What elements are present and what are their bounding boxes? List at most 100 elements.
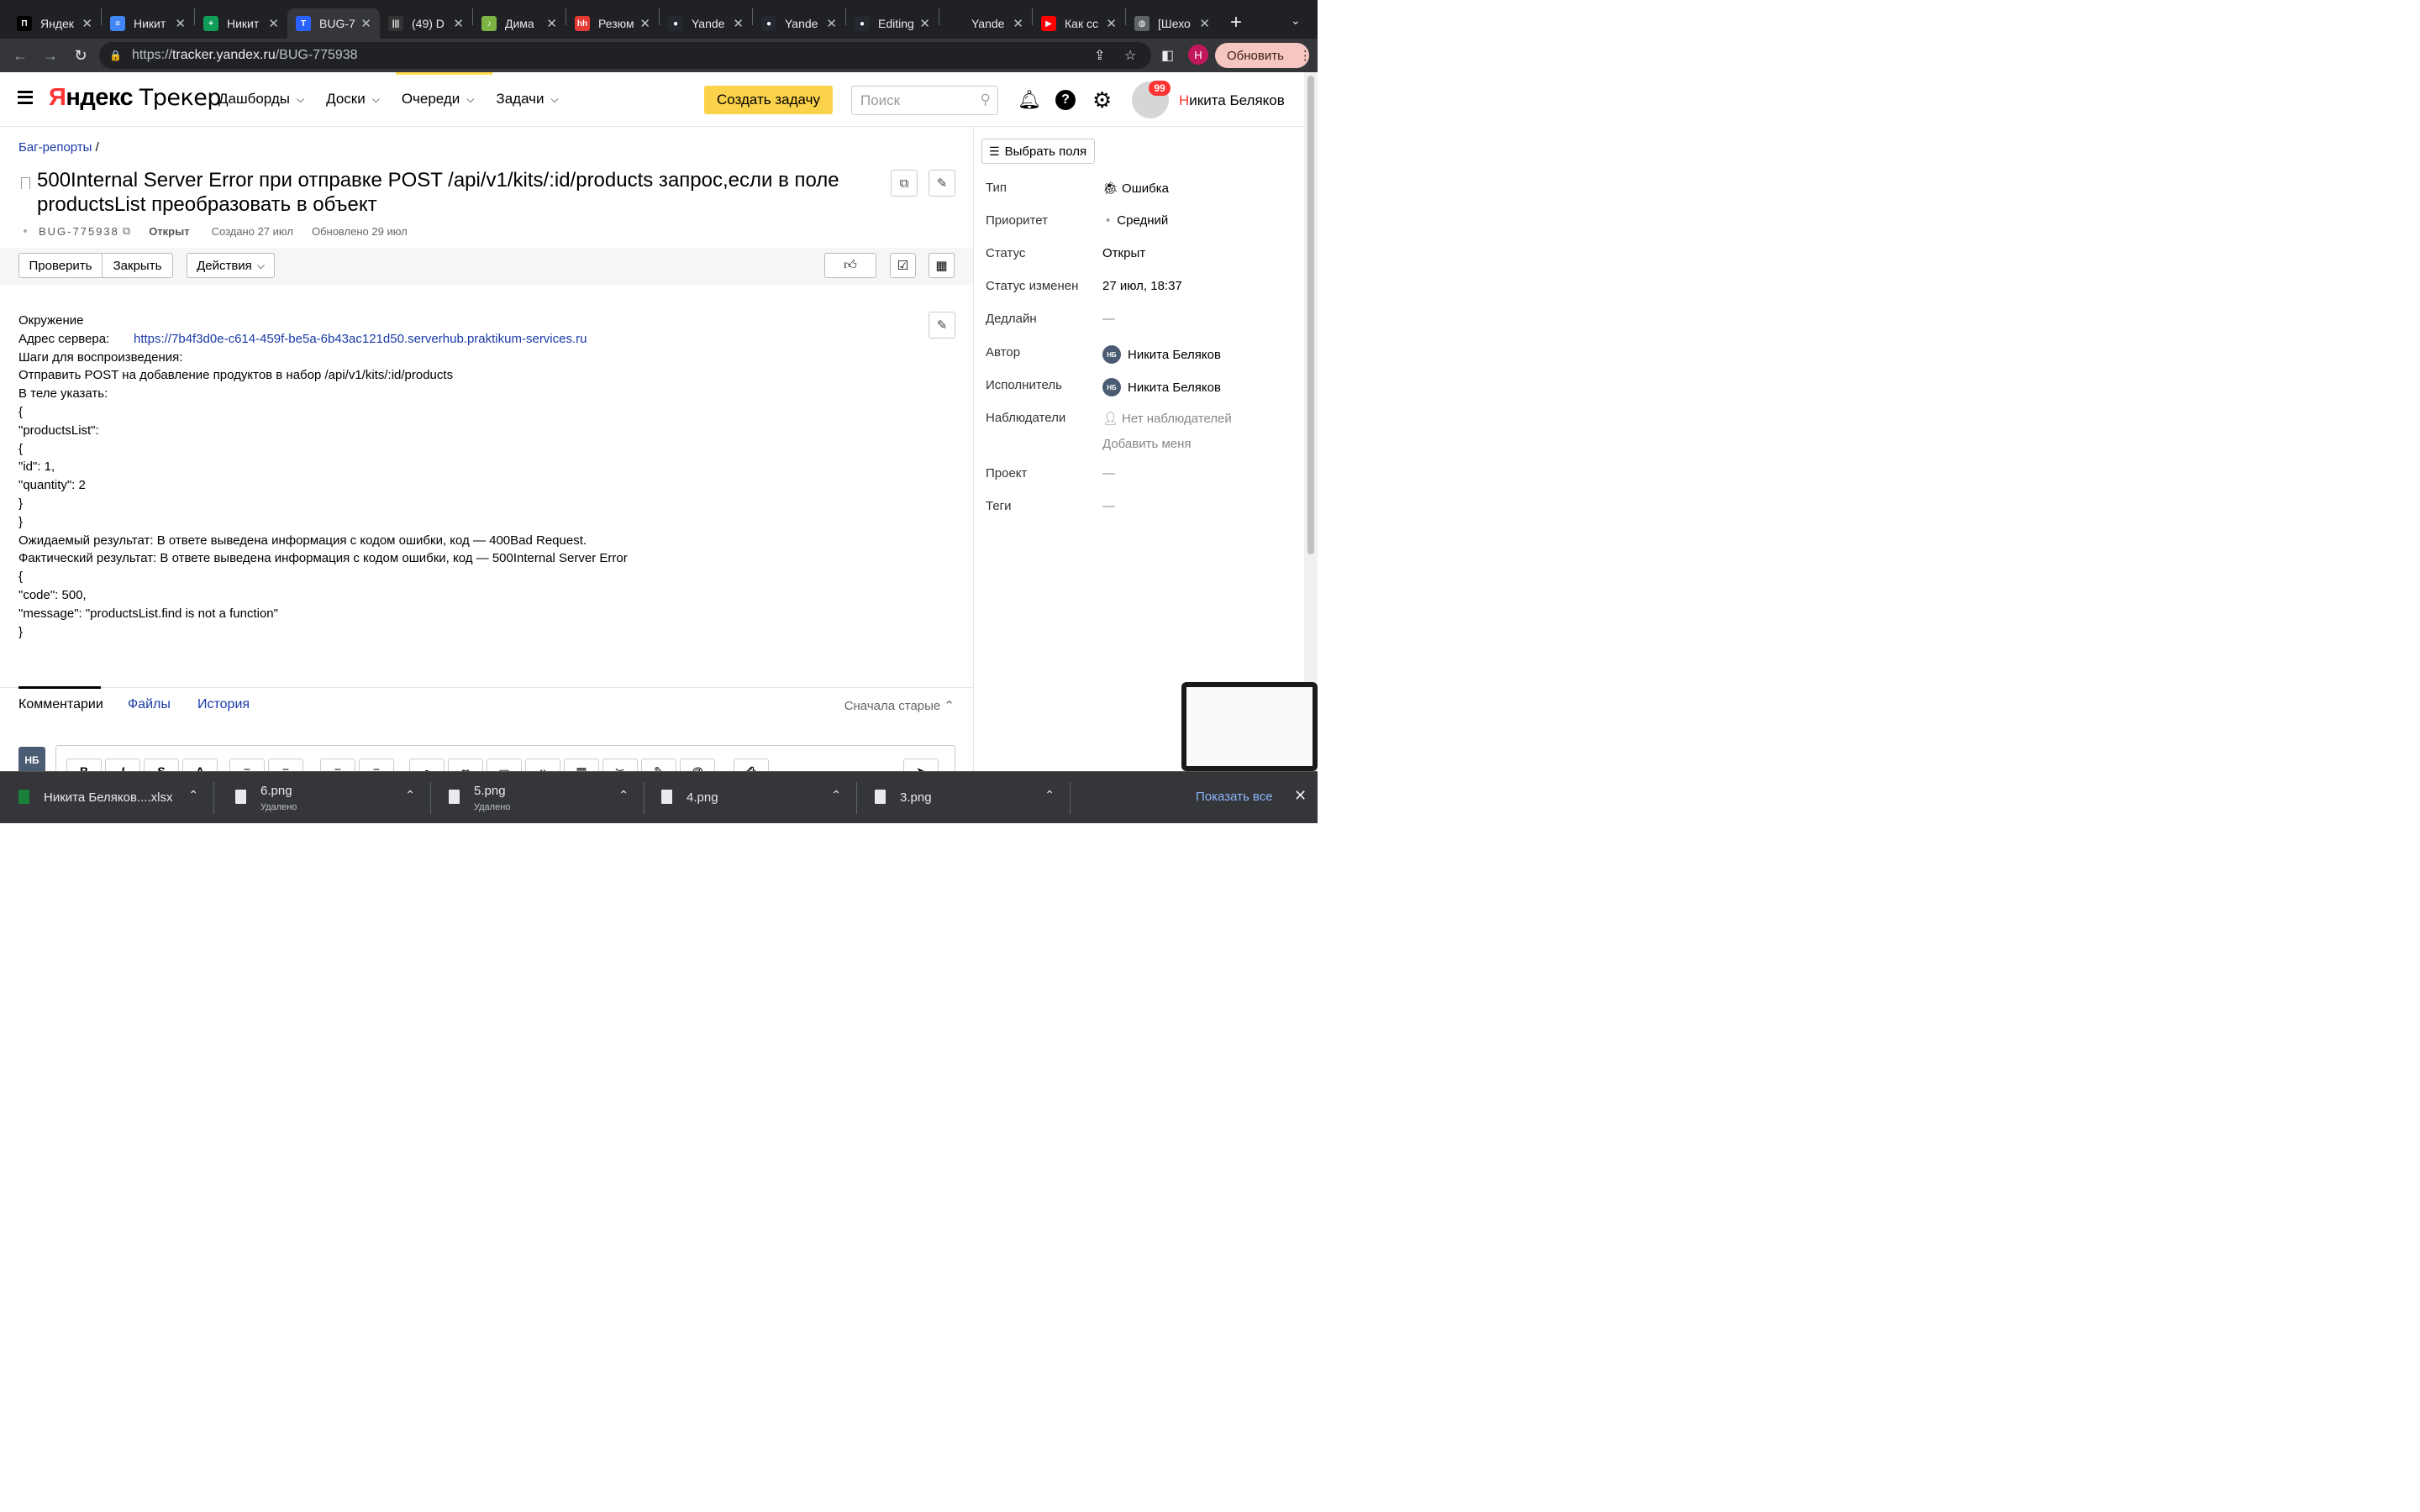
profile-avatar[interactable]: Н xyxy=(1188,45,1208,65)
prop-value-tags[interactable]: — xyxy=(1102,499,1115,513)
download-item[interactable]: 6.png Удалено ⌃ xyxy=(217,772,430,824)
gear-icon[interactable]: ⚙ xyxy=(1092,87,1112,113)
browser-tab[interactable]: П Яндек ✕ xyxy=(8,8,101,39)
chevron-up-icon[interactable]: ⌃ xyxy=(618,788,629,802)
bell-icon[interactable]: 🔔︎ xyxy=(1018,89,1041,111)
tab-close-icon[interactable]: ✕ xyxy=(175,16,186,31)
tab-close-icon[interactable]: ✕ xyxy=(1106,16,1117,31)
prop-value-watchers[interactable]: 👤︎ Нет наблюдателей xyxy=(1102,411,1232,427)
side-panel-icon[interactable]: ◧ xyxy=(1161,47,1174,64)
download-item[interactable]: Никита Беляков....xlsx ⌃ xyxy=(0,772,213,824)
browser-tab[interactable]: T BUG-7 ✕ xyxy=(287,8,380,39)
tab-history[interactable]: История xyxy=(197,697,250,712)
create-task-button[interactable]: Создать задачу xyxy=(704,86,833,114)
update-button[interactable]: Обновить ⋮ xyxy=(1215,43,1312,68)
browser-tab[interactable]: ≡ Никит ✕ xyxy=(102,8,194,39)
sort-toggle[interactable]: Сначала старые ⌃ xyxy=(844,698,955,713)
url-text[interactable]: https://tracker.yandex.ru/BUG-775938 xyxy=(132,48,358,63)
tab-close-icon[interactable]: ✕ xyxy=(1013,16,1023,31)
menu-dots-icon[interactable]: ⋮ xyxy=(1299,48,1312,63)
download-item[interactable]: 4.png ⌃ xyxy=(643,772,856,824)
bookmark-star-icon[interactable]: ☆ xyxy=(1124,47,1136,64)
download-item[interactable]: 3.png ⌃ xyxy=(856,772,1070,824)
calendar-icon[interactable]: ▦ xyxy=(929,253,955,278)
chevron-up-icon[interactable]: ⌃ xyxy=(831,788,841,802)
forward-icon[interactable]: → xyxy=(35,47,66,65)
browser-tab[interactable]: ◍ [Шехо ✕ xyxy=(1126,8,1218,39)
browser-tab[interactable]: + Никит ✕ xyxy=(195,8,287,39)
choose-fields-button[interactable]: ☰ Выбрать поля xyxy=(981,139,1095,164)
prop-value-text: Средний xyxy=(1117,213,1169,228)
nav-queues[interactable]: Очереди ⌵ xyxy=(402,91,475,108)
checklist-icon[interactable]: ☑ xyxy=(890,253,916,278)
user-name[interactable]: Никита Беляков xyxy=(1179,92,1285,109)
tab-close-icon[interactable]: ✕ xyxy=(919,16,930,31)
tab-close-icon[interactable]: ✕ xyxy=(1199,16,1210,31)
browser-tab[interactable]: ● Editing ✕ xyxy=(846,8,939,39)
browser-tab[interactable]: ● Yande ✕ xyxy=(660,8,752,39)
issue-key[interactable]: BUG-775938 xyxy=(39,225,119,238)
browser-tab[interactable]: ▶ Как сс ✕ xyxy=(1033,8,1125,39)
nav-tasks[interactable]: Задачи ⌵ xyxy=(496,91,558,108)
copy-icon[interactable]: ⧉ xyxy=(891,170,918,197)
tab-search-chevron-icon[interactable]: ⌄ xyxy=(1291,13,1302,28)
download-item[interactable]: 5.png Удалено ⌃ xyxy=(430,772,644,824)
tab-close-icon[interactable]: ✕ xyxy=(82,16,92,31)
prop-value-status[interactable]: Открыт xyxy=(1102,246,1145,260)
address-bar[interactable]: 🔒 https://tracker.yandex.ru/BUG-775938 ⇪… xyxy=(99,42,1151,69)
tab-close-icon[interactable]: ✕ xyxy=(826,16,837,31)
browser-tab[interactable]: hh Резюм ✕ xyxy=(566,8,659,39)
new-tab-icon[interactable]: + xyxy=(1230,11,1242,34)
tab-close-icon[interactable]: ✕ xyxy=(360,16,371,31)
chevron-up-icon[interactable]: ⌃ xyxy=(1044,788,1055,802)
chevron-up-icon[interactable]: ⌃ xyxy=(405,788,415,802)
prop-value-assignee[interactable]: НБ Никита Беляков xyxy=(1102,378,1221,396)
like-button[interactable]: 👍︎ xyxy=(824,253,876,278)
search-input[interactable]: Поиск ⚲ xyxy=(851,86,998,115)
tab-close-icon[interactable]: ✕ xyxy=(453,16,464,31)
browser-tab[interactable]: Yande ✕ xyxy=(939,8,1032,39)
browser-tab[interactable]: ♪ Дима ✕ xyxy=(473,8,566,39)
reload-icon[interactable]: ↻ xyxy=(66,47,96,65)
prop-value-deadline[interactable]: — xyxy=(1102,312,1115,326)
nav-boards[interactable]: Доски ⌵ xyxy=(326,91,380,108)
tab-close-icon[interactable]: ✕ xyxy=(639,16,650,31)
search-icon[interactable]: ⚲ xyxy=(981,92,991,108)
screenshot-preview[interactable] xyxy=(1181,682,1318,771)
show-all-downloads-link[interactable]: Показать все xyxy=(1196,790,1273,804)
tab-close-icon[interactable]: ✕ xyxy=(546,16,557,31)
yandex-tracker-logo[interactable]: Яндекс Трекер xyxy=(49,84,222,112)
actions-dropdown[interactable]: Действия ⌵ xyxy=(187,253,275,278)
breadcrumb-link[interactable]: Баг-репорты xyxy=(18,140,92,155)
tab-close-icon[interactable]: ✕ xyxy=(268,16,279,31)
tab-files[interactable]: Файлы xyxy=(128,697,171,712)
prop-value-status-changed[interactable]: 27 июл, 18:37 xyxy=(1102,279,1182,293)
share-icon[interactable]: ⇪ xyxy=(1094,47,1105,64)
scrollbar-thumb[interactable] xyxy=(1307,76,1314,554)
prop-value-author[interactable]: НБ Никита Беляков xyxy=(1102,345,1221,364)
tab-close-icon[interactable]: ✕ xyxy=(733,16,744,31)
server-url-link[interactable]: https://7b4f3d0e-c614-459f-be5a-6b43ac12… xyxy=(134,332,587,346)
prop-value-priority[interactable]: • Средний xyxy=(1102,213,1168,228)
check-button[interactable]: Проверить xyxy=(18,253,103,278)
close-icon[interactable]: ✕ xyxy=(1294,787,1307,805)
close-button[interactable]: Закрыть xyxy=(102,253,173,278)
chevron-up-icon[interactable]: ⌃ xyxy=(188,788,198,802)
tab-comments[interactable]: Комментарии xyxy=(18,697,103,712)
copy-key-icon[interactable]: ⧉ xyxy=(123,224,130,238)
help-icon[interactable]: ? xyxy=(1055,90,1076,110)
edit-title-icon[interactable]: ✎ xyxy=(929,170,955,197)
menu-icon[interactable] xyxy=(18,91,33,104)
prop-value-type[interactable]: 🐞︎ Ошибка xyxy=(1102,181,1169,197)
lock-icon[interactable]: 🔒 xyxy=(109,50,122,61)
nav-dashboards[interactable]: Дашборды ⌵ xyxy=(218,91,304,108)
bookmark-icon[interactable] xyxy=(21,177,30,189)
browser-tab[interactable]: ||| (49) D ✕ xyxy=(380,8,472,39)
tab-favicon-icon: ♪ xyxy=(481,16,497,31)
prop-value-project[interactable]: — xyxy=(1102,466,1115,480)
add-me-link[interactable]: Добавить меня xyxy=(1102,437,1192,451)
scrollbar[interactable] xyxy=(1304,72,1318,771)
edit-description-icon[interactable]: ✎ xyxy=(929,312,955,339)
back-icon[interactable]: ← xyxy=(5,47,35,65)
browser-tab[interactable]: ● Yande ✕ xyxy=(753,8,845,39)
